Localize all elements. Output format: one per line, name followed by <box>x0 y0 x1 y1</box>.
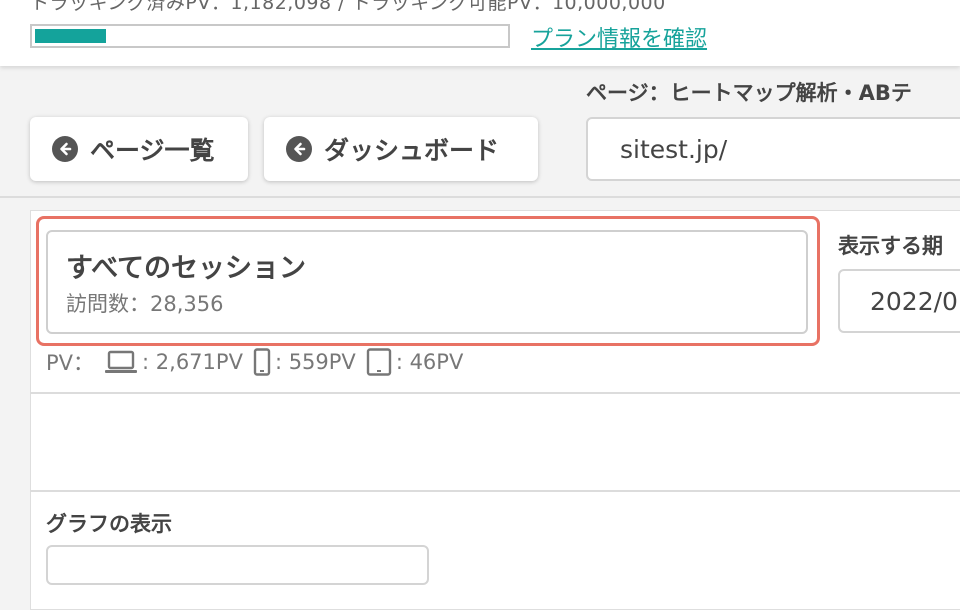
section-divider <box>30 392 960 394</box>
segment-title: すべてのセッション <box>66 253 307 284</box>
section-divider <box>30 490 960 492</box>
dashboard-button[interactable]: ダッシュボード <box>264 117 538 181</box>
plan-info-link[interactable]: プラン情報を確認 <box>531 21 707 53</box>
page-list-button[interactable]: ページ一覧 <box>30 117 248 181</box>
page-select-value: sitest.jp/ <box>620 134 728 164</box>
tracking-progress-fill <box>35 29 106 43</box>
pv-mobile-value: : 559PV <box>274 350 356 374</box>
segment-visit-count: 訪問数：28,356 <box>66 292 224 316</box>
pv-breakdown: PV： : 2,671PV : 559PV : 46PV <box>46 347 463 377</box>
tracking-progress-bar <box>30 24 510 48</box>
arrow-left-circle-icon <box>286 136 312 162</box>
page-select-label: ページ：ヒートマップ解析・ABテ <box>586 81 912 105</box>
segment-card[interactable]: すべてのセッション 訪問数：28,356 <box>46 230 808 334</box>
tablet-icon <box>366 348 392 376</box>
pv-desktop-value: : 2,671PV <box>142 350 243 374</box>
page-select-input[interactable]: sitest.jp/ <box>586 117 960 181</box>
header-divider <box>0 196 960 198</box>
mobile-icon <box>253 348 271 376</box>
period-date-input[interactable]: 2022/0 <box>838 269 960 333</box>
pv-tablet-value: : 46PV <box>395 350 464 374</box>
arrow-left-circle-icon <box>52 136 78 162</box>
desktop-icon <box>104 349 138 375</box>
segment-card-highlight[interactable]: すべてのセッション 訪問数：28,356 <box>36 216 820 346</box>
page-list-button-label: ページ一覧 <box>90 136 215 165</box>
period-date-value: 2022/0 <box>870 286 958 316</box>
period-label: 表示する期 <box>838 234 943 258</box>
graph-display-select[interactable] <box>46 545 429 585</box>
tracking-usage-text: トラッキング済みPV：1,182,098 / トラッキング可能PV：10,000… <box>30 0 666 14</box>
graph-display-label: グラフの表示 <box>46 512 172 536</box>
pv-prefix: PV： <box>46 351 95 375</box>
dashboard-button-label: ダッシュボード <box>324 136 500 165</box>
top-bar: トラッキング済みPV：1,182,098 / トラッキング可能PV：10,000… <box>0 0 960 66</box>
